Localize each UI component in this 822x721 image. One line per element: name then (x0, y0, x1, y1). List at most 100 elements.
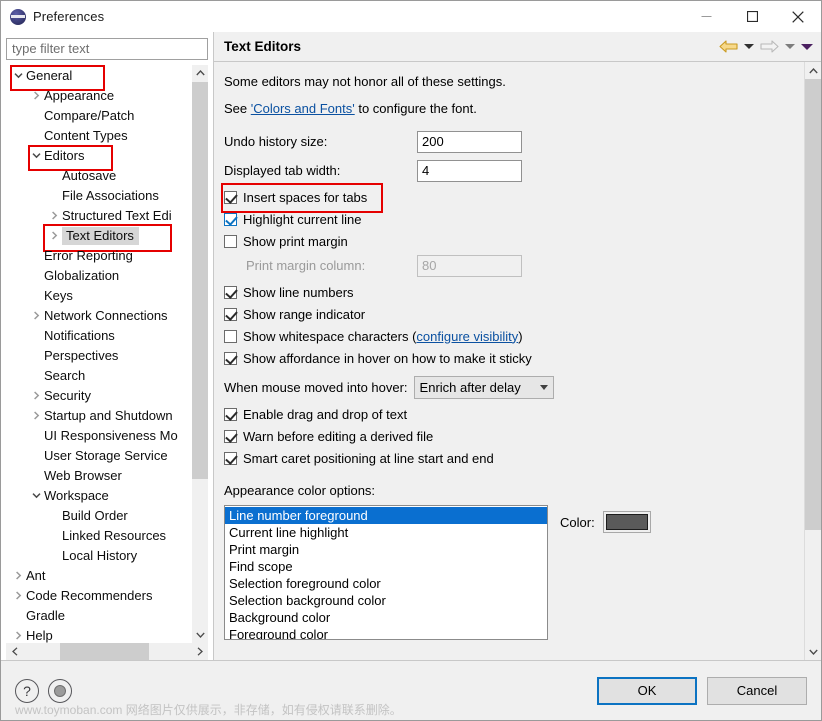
sidebar-item-globalization[interactable]: Globalization (6, 266, 191, 286)
help-icon[interactable]: ? (15, 678, 39, 703)
tree-scroll-track[interactable] (192, 81, 208, 626)
enable-drag-drop-row[interactable]: Enable drag and drop of text (224, 403, 794, 425)
sidebar-item-notifications[interactable]: Notifications (6, 326, 191, 346)
sidebar-item-ui-responsiveness-mo[interactable]: UI Responsiveness Mo (6, 426, 191, 446)
sidebar-item-network-connections[interactable]: Network Connections (6, 306, 191, 326)
chevron-right-icon[interactable] (46, 231, 62, 240)
highlight-current-line-checkbox[interactable] (224, 212, 237, 226)
close-icon[interactable] (775, 1, 821, 32)
show-affordance-checkbox[interactable] (224, 351, 237, 365)
undo-history-input[interactable] (417, 130, 522, 153)
configure-visibility-link[interactable]: configure visibility (416, 329, 518, 344)
view-menu-icon[interactable] (799, 36, 815, 58)
color-option-item[interactable]: Find scope (225, 558, 547, 575)
show-whitespace-characters-checkbox[interactable] (224, 329, 237, 343)
insert-spaces-for-tabs-row[interactable]: Insert spaces for tabs (221, 183, 794, 213)
show-affordance-row[interactable]: Show affordance in hover on how to make … (224, 347, 794, 369)
sidebar-item-general[interactable]: General (6, 64, 191, 91)
highlight-current-line-row[interactable]: Highlight current line (224, 208, 794, 230)
tree-hscroll-thumb[interactable] (59, 643, 149, 660)
page-scroll-down-icon[interactable] (805, 643, 821, 660)
maximize-icon[interactable] (729, 1, 775, 32)
tree-horizontal-scrollbar[interactable] (6, 643, 208, 660)
color-option-item[interactable]: Current line highlight (225, 524, 547, 541)
color-option-item[interactable]: Line number foreground (225, 507, 547, 524)
scroll-up-icon[interactable] (192, 64, 208, 82)
show-line-numbers-checkbox[interactable] (224, 285, 237, 299)
filter-input[interactable] (6, 38, 208, 60)
page-vertical-scrollbar[interactable] (804, 62, 821, 660)
chevron-right-icon[interactable] (28, 411, 44, 420)
color-option-item[interactable]: Foreground color (225, 626, 547, 639)
show-whitespace-characters-row[interactable]: Show whitespace characters (configure vi… (224, 325, 794, 347)
sidebar-item-gradle[interactable]: Gradle (6, 606, 191, 626)
warn-derived-file-row[interactable]: Warn before editing a derived file (224, 425, 794, 447)
minimize-icon[interactable] (683, 1, 729, 32)
sidebar-item-ant[interactable]: Ant (6, 566, 191, 586)
smart-caret-row[interactable]: Smart caret positioning at line start an… (224, 447, 794, 469)
sidebar-item-local-history[interactable]: Local History (6, 546, 191, 566)
insert-spaces-for-tabs-checkbox[interactable] (224, 190, 237, 204)
sidebar-item-search[interactable]: Search (6, 366, 191, 386)
show-range-indicator-checkbox[interactable] (224, 307, 237, 321)
sidebar-item-compare-patch[interactable]: Compare/Patch (6, 106, 191, 126)
sidebar-item-error-reporting[interactable]: Error Reporting (6, 246, 191, 266)
sidebar-item-security[interactable]: Security (6, 386, 191, 406)
color-option-item[interactable]: Print margin (225, 541, 547, 558)
chevron-down-icon[interactable] (10, 72, 26, 79)
sidebar-item-help[interactable]: Help (6, 626, 191, 643)
sidebar-item-startup-and-shutdown[interactable]: Startup and Shutdown (6, 406, 191, 426)
back-menu-caret-down-icon[interactable] (742, 36, 756, 58)
chevron-right-icon[interactable] (28, 311, 44, 320)
sidebar-item-content-types[interactable]: Content Types (6, 126, 191, 146)
tree-scroll-thumb[interactable] (192, 81, 208, 480)
chevron-right-icon[interactable] (28, 91, 44, 100)
sidebar-item-text-editors[interactable]: Text Editors (6, 223, 191, 252)
scroll-down-icon[interactable] (192, 626, 208, 643)
chevron-down-icon[interactable] (28, 492, 44, 499)
sidebar-item-build-order[interactable]: Build Order (6, 506, 191, 526)
sidebar-item-structured-text-edi[interactable]: Structured Text Edi (6, 206, 191, 226)
sidebar-item-appearance[interactable]: Appearance (6, 86, 191, 106)
page-scroll-track[interactable] (805, 79, 821, 643)
color-option-item[interactable]: Selection foreground color (225, 575, 547, 592)
tab-width-input[interactable] (417, 159, 522, 182)
smart-caret-checkbox[interactable] (224, 451, 237, 465)
show-line-numbers-row[interactable]: Show line numbers (224, 281, 794, 303)
back-arrow-icon[interactable] (717, 36, 740, 58)
forward-arrow-icon[interactable] (758, 36, 781, 58)
chevron-down-icon[interactable] (28, 152, 44, 159)
colors-and-fonts-link[interactable]: 'Colors and Fonts' (251, 101, 355, 116)
sidebar-item-editors[interactable]: Editors (6, 144, 191, 171)
sidebar-item-user-storage-service[interactable]: User Storage Service (6, 446, 191, 466)
restore-defaults-icon[interactable] (48, 678, 72, 703)
page-scroll-up-icon[interactable] (805, 62, 821, 79)
sidebar-item-workspace[interactable]: Workspace (6, 486, 191, 506)
tree-hscroll-track[interactable] (23, 643, 191, 660)
warn-derived-file-checkbox[interactable] (224, 429, 237, 443)
color-option-item[interactable]: Selection background color (225, 592, 547, 609)
scroll-right-icon[interactable] (191, 643, 208, 660)
tree-vertical-scrollbar[interactable] (191, 64, 208, 643)
ok-button[interactable]: OK (597, 676, 697, 705)
hover-behavior-select[interactable]: Enrich after delay (413, 375, 554, 399)
page-scroll-thumb[interactable] (805, 79, 821, 531)
scroll-left-icon[interactable] (6, 643, 23, 660)
preferences-tree[interactable]: General Appearance Compare/Patch Content Ty… (6, 64, 191, 643)
sidebar-item-file-associations[interactable]: File Associations (6, 186, 191, 206)
enable-drag-drop-checkbox[interactable] (224, 407, 237, 421)
appearance-color-list[interactable]: Line number foreground Current line highl… (224, 505, 548, 640)
chevron-right-icon[interactable] (10, 571, 26, 580)
sidebar-item-code-recommenders[interactable]: Code Recommenders (6, 586, 191, 606)
chevron-right-icon[interactable] (10, 591, 26, 600)
sidebar-item-perspectives[interactable]: Perspectives (6, 346, 191, 366)
sidebar-item-web-browser[interactable]: Web Browser (6, 466, 191, 486)
show-print-margin-row[interactable]: Show print margin (224, 230, 794, 252)
cancel-button[interactable]: Cancel (707, 676, 807, 705)
chevron-right-icon[interactable] (46, 211, 62, 220)
show-print-margin-checkbox[interactable] (224, 234, 237, 248)
color-swatch-button[interactable] (602, 511, 651, 533)
sidebar-item-keys[interactable]: Keys (6, 286, 191, 306)
chevron-right-icon[interactable] (28, 391, 44, 400)
chevron-right-icon[interactable] (10, 631, 26, 640)
